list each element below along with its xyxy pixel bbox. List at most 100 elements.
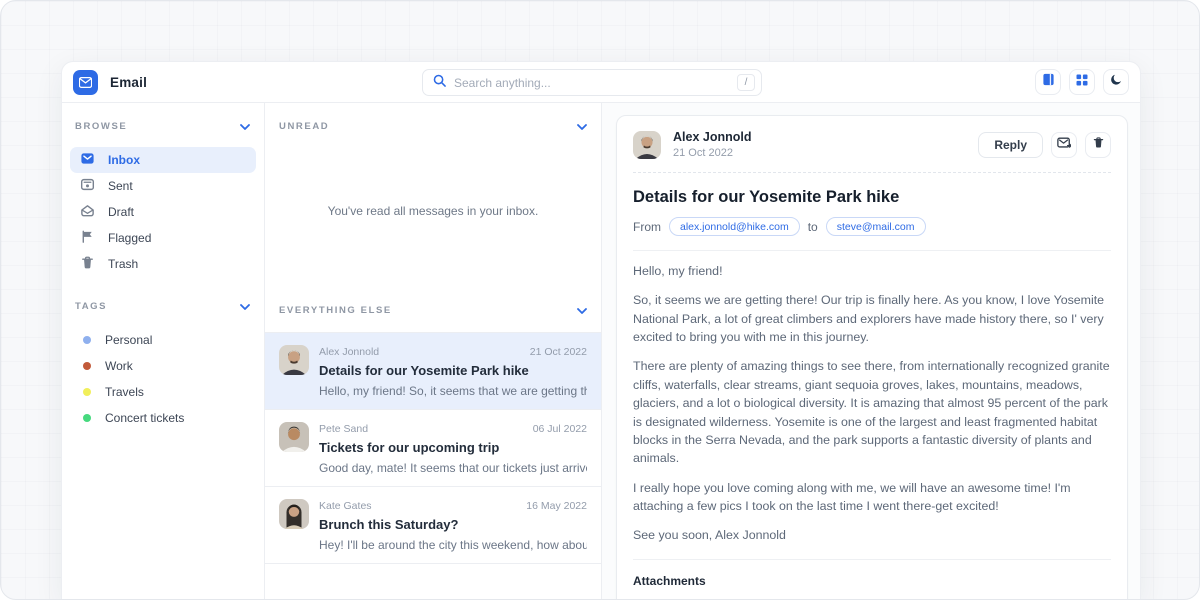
search-shortcut-badge: / (737, 74, 755, 91)
top-actions (1035, 69, 1129, 95)
search-input[interactable]: Search anything... / (422, 69, 762, 96)
delete-mail-button[interactable] (1085, 132, 1111, 158)
mail-subject: Brunch this Saturday? (319, 517, 587, 532)
to-email-chip[interactable]: steve@mail.com (826, 217, 926, 236)
tag-item-concert-tickets[interactable]: Concert tickets (70, 405, 256, 431)
app-brand: Email (73, 70, 147, 95)
trash-icon (80, 255, 95, 273)
tag-item-travels[interactable]: Travels (70, 379, 256, 405)
detail-subject: Details for our Yosemite Park hike (633, 188, 1111, 207)
tag-label: Travels (105, 385, 144, 399)
mail-subject: Details for our Yosemite Park hike (319, 363, 587, 378)
mail-sender: Kate Gates (319, 500, 372, 512)
sidebar-item-inbox[interactable]: Inbox (70, 147, 256, 173)
divider (633, 559, 1111, 560)
sidebar-item-label: Trash (108, 257, 138, 271)
tags-section-header[interactable]: TAGS (70, 297, 256, 315)
divider (633, 250, 1111, 251)
everything-else-section-header[interactable]: EVERYTHING ELSE (265, 287, 601, 319)
to-label: to (808, 220, 818, 234)
chevron-down-icon (577, 117, 587, 135)
avatar (279, 499, 309, 529)
detail-region: Alex Jonnold 21 Oct 2022 Reply (602, 103, 1140, 600)
browse-section-header[interactable]: BROWSE (70, 117, 256, 135)
mail-list-item-alex[interactable]: Alex Jonnold 21 Oct 2022 Details for our… (265, 333, 601, 410)
detail-sender-name: Alex Jonnold (673, 130, 751, 144)
sent-icon (80, 177, 95, 195)
body-paragraph: See you soon, Alex Jonnold (633, 526, 1111, 544)
avatar (279, 345, 309, 375)
tag-dot-icon (83, 388, 91, 396)
from-label: From (633, 220, 661, 234)
mail-sender: Alex Jonnold (319, 346, 379, 358)
sidebar-item-trash[interactable]: Trash (70, 251, 256, 277)
mail-list-item-kate[interactable]: Kate Gates 16 May 2022 Brunch this Satur… (265, 487, 601, 564)
sender-block: Alex Jonnold 21 Oct 2022 (673, 130, 751, 159)
chevron-down-icon (240, 297, 250, 315)
sidebar-item-label: Inbox (108, 153, 140, 167)
flag-icon (80, 229, 95, 247)
sidebar-item-flagged[interactable]: Flagged (70, 225, 256, 251)
detail-actions: Reply (978, 132, 1111, 158)
browse-label: BROWSE (75, 121, 127, 132)
email-body: Hello, my friend! So, it seems we are ge… (633, 262, 1111, 545)
avatar (279, 422, 309, 452)
detail-header: Alex Jonnold 21 Oct 2022 Reply (633, 130, 1111, 159)
detail-date: 21 Oct 2022 (673, 147, 751, 159)
tag-label: Work (105, 359, 133, 373)
body-paragraph: I really hope you love coming along with… (633, 479, 1111, 516)
chevron-down-icon (240, 117, 250, 135)
tag-item-personal[interactable]: Personal (70, 327, 256, 353)
email-logo-icon (73, 70, 98, 95)
mail-date: 21 Oct 2022 (530, 346, 587, 358)
grid-icon (1076, 73, 1088, 91)
mail-preview: Hello, my friend! So, it seems that we a… (319, 384, 587, 398)
body-paragraph: So, it seems we are getting there! Our t… (633, 291, 1111, 346)
everything-else-label: EVERYTHING ELSE (279, 305, 392, 316)
from-to-row: From alex.jonnold@hike.com to steve@mail… (633, 217, 1111, 236)
email-app-window: Email Search anything... / (61, 61, 1141, 600)
email-detail-card: Alex Jonnold 21 Oct 2022 Reply (616, 115, 1128, 600)
sidebar-item-label: Sent (108, 179, 133, 193)
mail-preview: Hey! I'll be around the city this weeken… (319, 538, 587, 552)
mail-sender: Pete Sand (319, 423, 368, 435)
tag-item-work[interactable]: Work (70, 353, 256, 379)
top-bar: Email Search anything... / (62, 62, 1140, 103)
sidebar-item-label: Draft (108, 205, 134, 219)
search-icon (433, 74, 446, 92)
tag-dot-icon (83, 362, 91, 370)
page-background: Email Search anything... / (0, 0, 1200, 600)
sidebar-item-sent[interactable]: Sent (70, 173, 256, 199)
chevron-down-icon (577, 301, 587, 319)
sidebar-item-draft[interactable]: Draft (70, 199, 256, 225)
mail-date: 16 May 2022 (526, 500, 587, 512)
reply-button[interactable]: Reply (978, 132, 1043, 158)
unread-label: UNREAD (279, 121, 329, 132)
mail-preview: Good day, mate! It seems that our ticket… (319, 461, 587, 475)
app-title: Email (110, 75, 147, 90)
tag-dot-icon (83, 414, 91, 422)
forward-mail-button[interactable] (1051, 132, 1077, 158)
tag-label: Personal (105, 333, 152, 347)
sidebar: BROWSE Inbox Sent (62, 103, 264, 600)
dark-mode-toggle[interactable] (1103, 69, 1129, 95)
mail-list-item-pete[interactable]: Pete Sand 06 Jul 2022 Tickets for our up… (265, 410, 601, 487)
tag-dot-icon (83, 336, 91, 344)
apps-grid-button[interactable] (1069, 69, 1095, 95)
search-placeholder: Search anything... (454, 76, 729, 90)
avatar (633, 131, 661, 159)
tag-label: Concert tickets (105, 411, 184, 425)
reading-list-button[interactable] (1035, 69, 1061, 95)
sidebar-item-label: Flagged (108, 231, 151, 245)
body-paragraph: Hello, my friend! (633, 262, 1111, 280)
mail-item-content: Pete Sand 06 Jul 2022 Tickets for our up… (319, 422, 587, 475)
attachments-label: Attachments (633, 574, 1111, 588)
body-paragraph: There are plenty of amazing things to se… (633, 357, 1111, 467)
draft-icon (80, 203, 95, 221)
mail-forward-icon (1057, 136, 1071, 154)
from-email-chip[interactable]: alex.jonnold@hike.com (669, 217, 800, 236)
message-list-column: UNREAD You've read all messages in your … (264, 103, 602, 600)
mail-subject: Tickets for our upcoming trip (319, 440, 587, 455)
unread-section-header[interactable]: UNREAD (265, 103, 601, 135)
moon-icon (1110, 73, 1123, 91)
